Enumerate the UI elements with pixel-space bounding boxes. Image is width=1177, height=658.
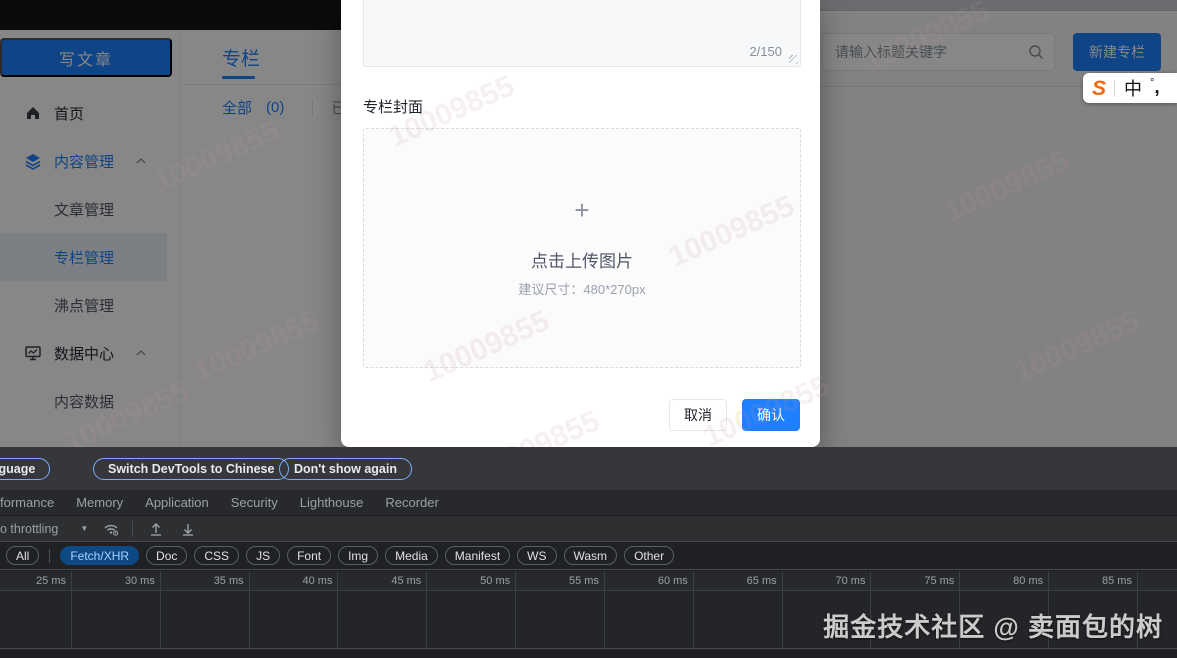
timeline-gridline	[782, 571, 783, 658]
page-watermark: 掘金技术社区 @ 卖面包的树	[823, 607, 1163, 644]
timeline-tick-label: 50 ms	[430, 575, 510, 587]
timeline-gridline	[337, 571, 338, 658]
timeline-gridline	[249, 571, 250, 658]
import-har-icon[interactable]	[147, 520, 165, 538]
network-conditions-icon[interactable]	[102, 520, 120, 538]
toolbar-separator	[132, 521, 133, 537]
filter-img[interactable]: Img	[338, 546, 378, 565]
timeline-tick-label: 35 ms	[164, 575, 244, 587]
modal-footer: 取消 确认	[669, 399, 800, 431]
devtools-tab-recorder[interactable]: Recorder	[385, 495, 438, 510]
devtools-tab-application[interactable]: Application	[145, 495, 209, 510]
timeline-gridline	[71, 571, 72, 658]
devtools-tab-lighthouse[interactable]: Lighthouse	[300, 495, 364, 510]
timeline-tick-label: 60 ms	[608, 575, 688, 587]
timeline-tick-label: 85 ms	[1052, 575, 1132, 587]
timeline-tick-label: 55 ms	[519, 575, 599, 587]
filter-doc[interactable]: Doc	[146, 546, 187, 565]
filter-font[interactable]: Font	[287, 546, 331, 565]
infobar-button[interactable]: Don't show again	[279, 458, 412, 480]
textarea-resize-handle[interactable]	[789, 55, 798, 64]
filter-other[interactable]: Other	[624, 546, 674, 565]
filter-all[interactable]: All	[6, 546, 39, 565]
timeline-gridline	[604, 571, 605, 658]
upload-hint: 建议尺寸：480*270px	[364, 279, 800, 298]
column-description-textarea[interactable]: 2/150	[363, 0, 801, 67]
sogou-logo-icon: S	[1092, 78, 1106, 99]
filter-media[interactable]: Media	[385, 546, 438, 565]
upload-title: 点击上传图片	[364, 247, 800, 272]
timeline-tick-label: 25 ms	[0, 575, 66, 587]
timeline-gridline	[693, 571, 694, 658]
devtools-bottom-strip	[0, 649, 1177, 658]
screen: 写文章 首页内容管理文章管理专栏管理沸点管理数据中心内容数据 专栏 全部 (0)…	[0, 0, 1177, 658]
cover-label: 专栏封面	[363, 96, 423, 117]
confirm-button[interactable]: 确认	[742, 399, 800, 431]
infobar-button[interactable]: Switch DevTools to Chinese	[93, 458, 289, 480]
throttling-caret-icon[interactable]: ▼	[80, 524, 88, 533]
cancel-button[interactable]: 取消	[669, 399, 727, 431]
timeline-gridline	[426, 571, 427, 658]
filter-separator	[49, 549, 50, 563]
devtools-tabs: formance Memory Application Security Lightho…	[0, 490, 1177, 516]
devtools-infobar: me's language Switch DevTools to ChineseD…	[0, 447, 1177, 490]
timeline-gridline	[515, 571, 516, 658]
devtools-panel: me's languageSwitch DevTools to ChineseD…	[0, 447, 1177, 658]
filter-css[interactable]: CSS	[194, 546, 239, 565]
create-column-modal: 2/150 专栏封面 + 点击上传图片 建议尺寸：480*270px 取消 确认	[341, 0, 820, 447]
devtools-tab-security[interactable]: Security	[231, 495, 278, 510]
ime-punctuation-toggle[interactable]: °,	[1150, 77, 1160, 99]
devtools-tab-formance[interactable]: formance	[0, 495, 54, 510]
timeline-tick-label: 70 ms	[785, 575, 865, 587]
filter-wasm[interactable]: Wasm	[564, 546, 618, 565]
cover-upload-area[interactable]: + 点击上传图片 建议尺寸：480*270px	[363, 128, 801, 368]
export-har-icon[interactable]	[179, 520, 197, 538]
devtools-tab-memory[interactable]: Memory	[76, 495, 123, 510]
network-filter-bar: All Fetch/XHR Doc CSS JS Font Img Media Manifes…	[0, 542, 1177, 570]
timeline-tick-label: 45 ms	[341, 575, 421, 587]
timeline-tick-label: 30 ms	[75, 575, 155, 587]
character-counter: 2/150	[749, 44, 782, 59]
filter-js[interactable]: JS	[246, 546, 280, 565]
filter-fetch-xhr[interactable]: Fetch/XHR	[60, 546, 139, 565]
network-toolbar: o throttling ▼	[0, 516, 1177, 542]
plus-icon: +	[364, 195, 800, 226]
timeline-tick-label: 65 ms	[697, 575, 777, 587]
ime-separator	[1114, 80, 1115, 97]
timeline-tick-label: 75 ms	[874, 575, 954, 587]
ime-statusbar[interactable]: S 中 °,	[1083, 73, 1177, 103]
throttling-select[interactable]: o throttling	[0, 522, 58, 536]
filter-manifest[interactable]: Manifest	[445, 546, 510, 565]
timeline-tick-label: 40 ms	[252, 575, 332, 587]
timeline-tick-label: 80 ms	[963, 575, 1043, 587]
timeline-gridline	[160, 571, 161, 658]
ime-chinese-mode[interactable]: 中	[1124, 75, 1142, 101]
filter-ws[interactable]: WS	[517, 546, 556, 565]
infobar-button[interactable]: me's language	[0, 458, 50, 480]
